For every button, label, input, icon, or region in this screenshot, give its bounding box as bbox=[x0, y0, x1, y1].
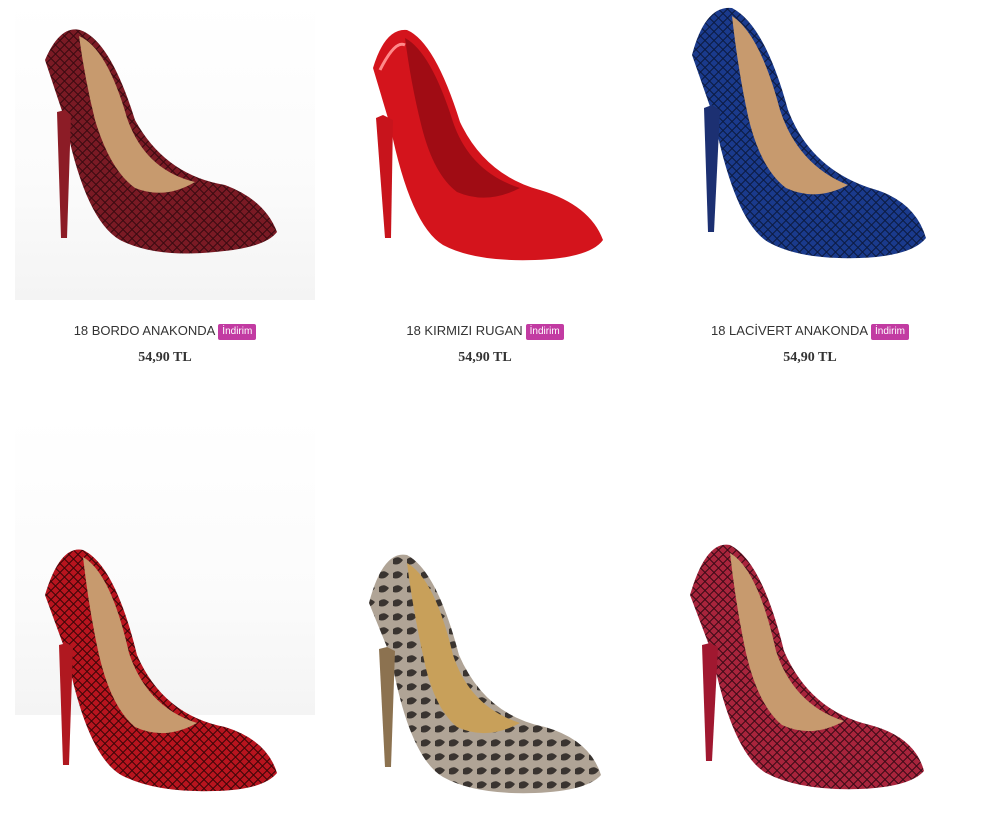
product-price: 54,90 TL bbox=[138, 350, 192, 365]
discount-badge: İndirim bbox=[871, 324, 910, 340]
shoe-image bbox=[45, 549, 277, 792]
product-title[interactable]: 18 LACİVERT ANAKONDA İndirim bbox=[660, 323, 960, 340]
product-name-link[interactable]: 18 BORDO ANAKONDA bbox=[74, 323, 216, 338]
product-image[interactable] bbox=[335, 0, 635, 300]
product-title[interactable]: 18 KIRMIZI RUGAN İndirim bbox=[335, 323, 635, 340]
product-image[interactable] bbox=[15, 0, 315, 300]
shoe-image bbox=[369, 554, 601, 794]
product-price: 54,90 TL bbox=[458, 350, 512, 365]
discount-badge: İndirim bbox=[218, 324, 257, 340]
product-price: 54,90 TL bbox=[783, 350, 837, 365]
product-name-link[interactable]: 18 LACİVERT ANAKONDA bbox=[711, 323, 868, 338]
product-name-link[interactable]: 18 KIRMIZI RUGAN bbox=[406, 323, 522, 338]
product-image[interactable] bbox=[660, 0, 960, 300]
product-image[interactable] bbox=[15, 415, 315, 792]
shoe-image bbox=[373, 29, 603, 261]
shoe-image bbox=[45, 29, 277, 254]
shoe-image bbox=[692, 7, 926, 259]
discount-badge: İndirim bbox=[525, 324, 564, 340]
product-image[interactable] bbox=[660, 415, 960, 790]
shoe-image bbox=[690, 544, 924, 790]
product-image[interactable] bbox=[335, 415, 635, 794]
product-title[interactable]: 18 BORDO ANAKONDA İndirim bbox=[15, 323, 315, 340]
